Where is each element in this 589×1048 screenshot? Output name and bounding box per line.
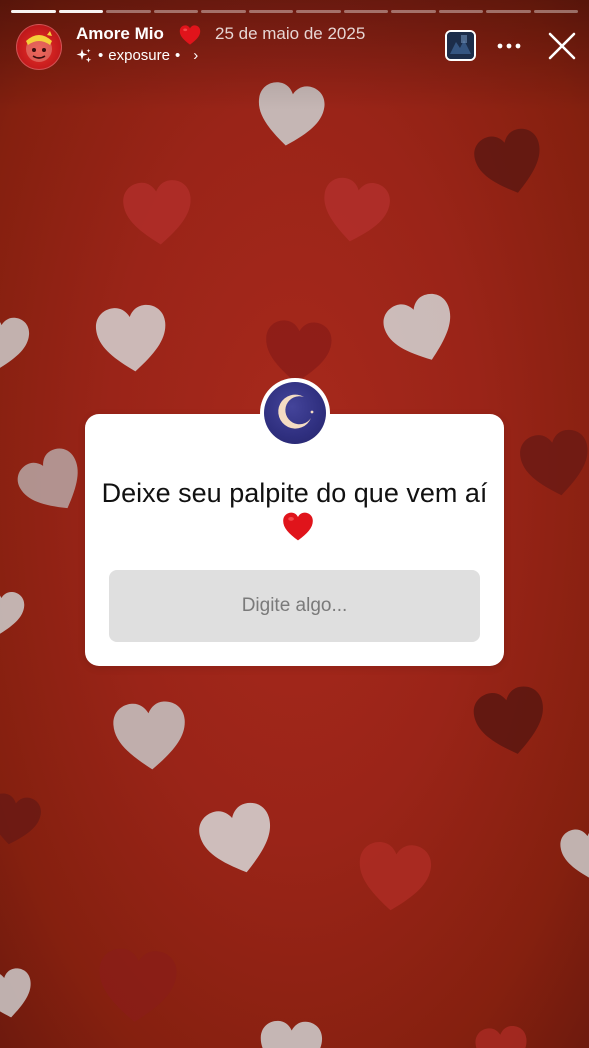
background-heart <box>92 301 173 376</box>
red-heart-emoji-icon <box>282 512 313 541</box>
background-heart <box>460 1022 545 1048</box>
separator-dot: • <box>98 47 104 64</box>
story-date: 25 de maio de 2025 <box>215 24 366 43</box>
sticker-profile-avatar <box>260 378 330 448</box>
background-heart <box>260 318 336 387</box>
background-heart <box>191 792 285 889</box>
answer-input[interactable] <box>109 570 480 642</box>
background-heart <box>0 951 40 1037</box>
question-label: Deixe seu palpite do que vem aí <box>101 478 488 508</box>
background-heart <box>467 679 554 765</box>
background-heart <box>109 695 190 776</box>
background-heart <box>315 172 395 249</box>
separator-dot: • <box>174 47 181 64</box>
background-heart <box>119 177 196 249</box>
close-icon[interactable] <box>546 30 578 62</box>
question-sticker[interactable]: Deixe seu palpite do que vem aí <box>85 414 504 666</box>
thumbnail-image <box>447 32 474 59</box>
background-heart <box>468 122 553 204</box>
red-heart-emoji-icon <box>179 25 201 45</box>
background-heart <box>0 312 32 373</box>
avatar-artwork <box>26 31 52 62</box>
background-heart <box>0 781 47 860</box>
crescent-moon-icon <box>278 394 314 429</box>
background-heart <box>249 1019 333 1048</box>
linked-media-thumbnail[interactable] <box>445 30 476 61</box>
account-avatar[interactable] <box>16 24 62 70</box>
account-name[interactable]: Amore Mio <box>76 24 164 44</box>
background-heart <box>376 286 467 375</box>
story-viewer[interactable]: Amore Mio 25 de maio de 2025 • exposure … <box>0 0 589 1048</box>
audio-attribution[interactable]: • exposure • › <box>76 47 198 64</box>
chevron-right-icon[interactable]: › <box>193 47 198 64</box>
sparkle-icon <box>76 48 92 63</box>
background-heart <box>555 814 589 894</box>
background-heart <box>0 588 27 638</box>
audio-label[interactable]: exposure <box>108 47 170 64</box>
background-heart <box>93 942 181 1030</box>
more-options-icon[interactable] <box>496 36 522 56</box>
background-heart <box>515 424 589 503</box>
question-text: Deixe seu palpite do que vem aí <box>85 476 504 546</box>
background-heart <box>352 834 436 920</box>
story-header: Amore Mio 25 de maio de 2025 • exposure … <box>0 0 589 90</box>
